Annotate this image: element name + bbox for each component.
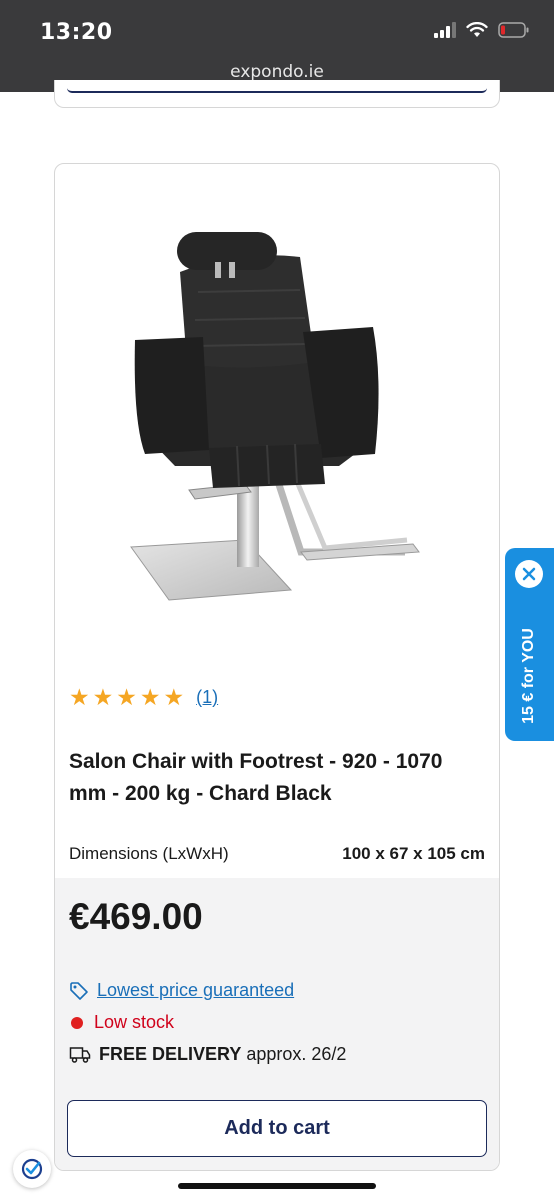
dimensions-row: Dimensions (LxWxH) 100 x 67 x 105 cm [69,844,485,864]
lowest-price-link[interactable]: Lowest price guaranteed [97,980,294,1001]
star-icon: ★ [139,684,161,710]
tag-icon [70,981,88,1000]
delivery-date: approx. 26/2 [241,1044,347,1064]
delivery-row: FREE DELIVERY approx. 26/2 [69,1044,346,1065]
promo-label[interactable]: 15 € for YOU [520,628,538,724]
review-count-link[interactable]: (1) [196,687,218,708]
status-time: 13:20 [40,20,113,45]
star-icon: ★ [69,684,90,710]
delivery-text: FREE DELIVERY approx. 26/2 [99,1044,346,1065]
add-to-cart-button[interactable]: Add to cart [67,1100,487,1157]
star-icon: ★ [163,684,185,710]
stock-dot-icon [71,1016,83,1029]
product-image[interactable] [125,222,435,612]
shield-check-icon[interactable] [13,1150,51,1188]
promo-tab[interactable]: 15 € for YOU [505,548,554,741]
system-icons [434,22,530,38]
battery-icon [498,22,529,38]
price-section: €469.00 Lowest price guaranteed Low stoc… [55,878,499,1170]
product-card[interactable]: ★ ★ ★ ★ ★ (1) Salon Chair with Footrest … [54,163,500,1171]
dimensions-label: Dimensions (LxWxH) [69,844,229,863]
address-bar-url[interactable]: expondo.ie [0,62,554,82]
stock-status: Low stock [94,1012,175,1032]
stock-row: Low stock [69,1012,174,1033]
truck-icon [69,1046,91,1063]
close-icon[interactable] [515,560,543,588]
delivery-strong: FREE DELIVERY [99,1044,242,1064]
star-icon: ★ [116,684,137,710]
signal-icon [434,22,456,38]
dimensions-value: 100 x 67 x 105 cm [342,844,485,863]
product-price: €469.00 [69,896,203,937]
star-icon: ★ [92,684,114,710]
home-indicator [178,1183,376,1189]
previous-product-card [54,80,500,108]
status-bar: 13:20 expondo.ie [0,0,554,92]
lowest-price-row[interactable]: Lowest price guaranteed [69,980,294,1001]
wifi-icon [466,22,488,37]
rating[interactable]: ★ ★ ★ ★ ★ (1) [69,686,218,709]
product-title[interactable]: Salon Chair with Footrest - 920 - 1070 m… [69,746,469,810]
